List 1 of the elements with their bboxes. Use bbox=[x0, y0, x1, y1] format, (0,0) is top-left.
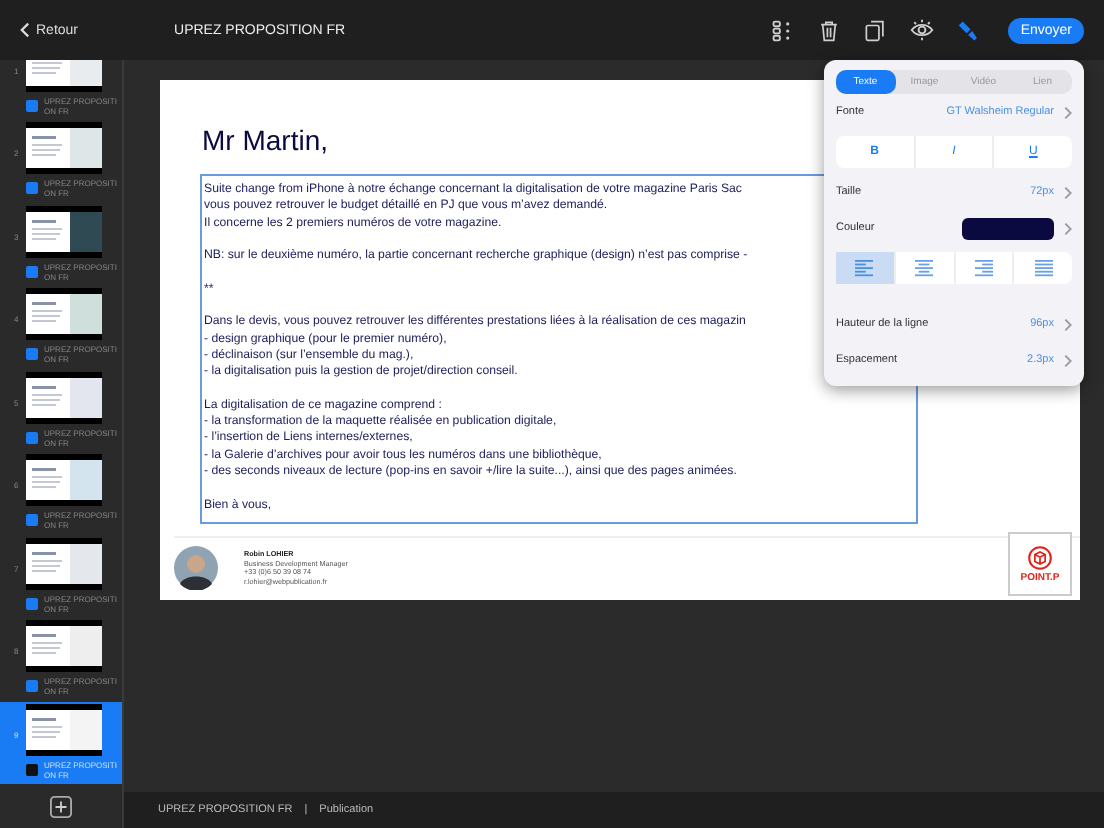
greeting-heading: Mr Martin, bbox=[202, 124, 328, 156]
